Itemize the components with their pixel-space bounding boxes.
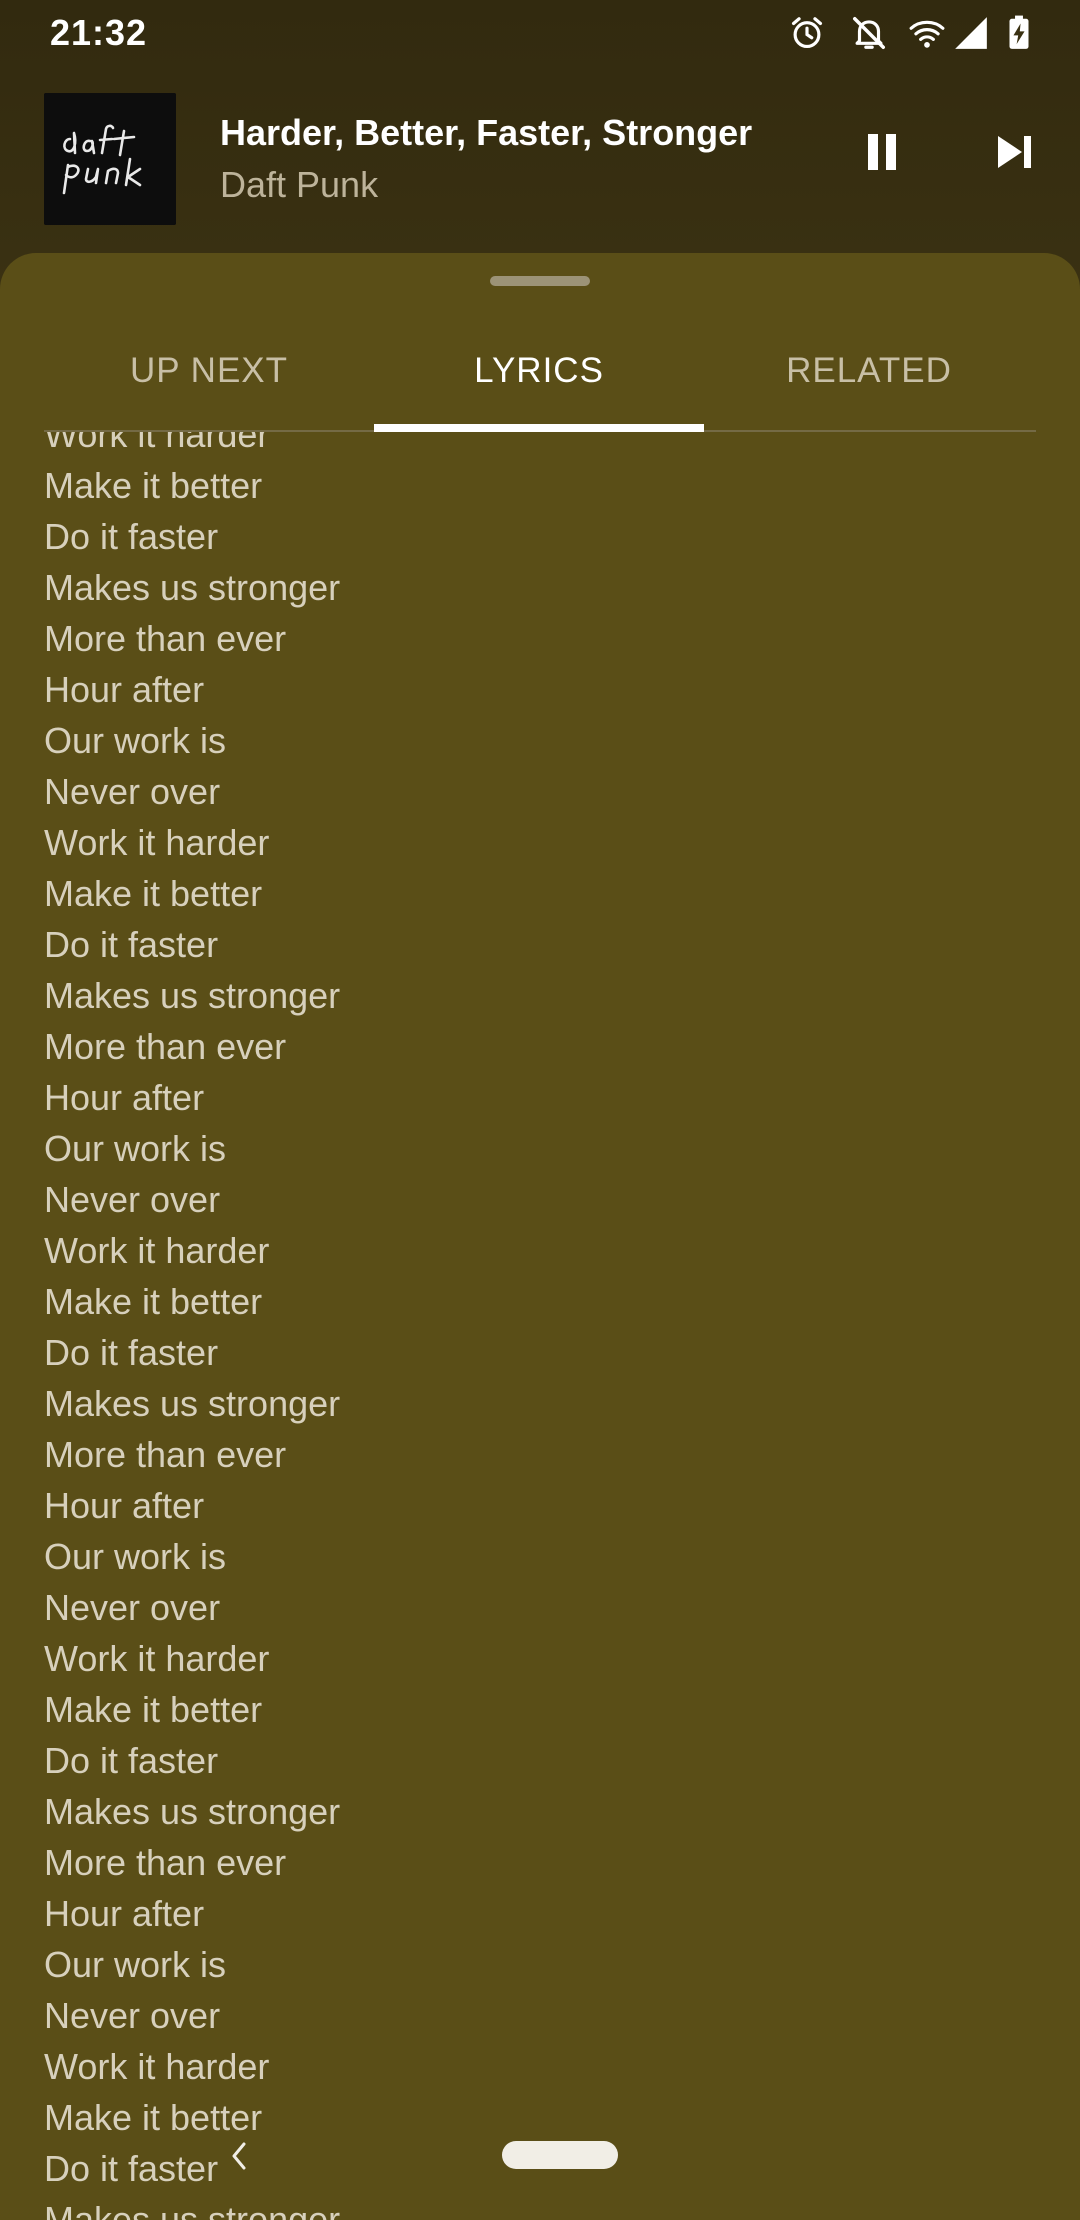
- lyrics-list: Work it harder Make it better Do it faster…: [44, 432, 340, 2220]
- song-artist[interactable]: Daft Punk: [220, 164, 378, 206]
- battery-charging-icon: [1009, 15, 1029, 49]
- lyric-line: Never over: [44, 1587, 221, 1628]
- lyric-line: Do it faster: [44, 1332, 219, 1373]
- lyric-line: Our work is: [44, 1944, 227, 1985]
- notifications-off-icon: [853, 17, 885, 49]
- tab-up-next[interactable]: UP NEXT: [44, 313, 374, 428]
- lyric-line: Never over: [44, 771, 221, 812]
- mini-player[interactable]: Harder, Better, Faster, Stronger Daft Pu…: [0, 90, 1080, 230]
- album-art: [44, 93, 176, 225]
- lyric-line: Hour after: [44, 669, 205, 710]
- lyric-line: Work it harder: [44, 432, 270, 455]
- lyric-line: Never over: [44, 1995, 221, 2036]
- lyric-line: Do it faster: [44, 924, 219, 965]
- lyric-line: Make it better: [44, 1281, 263, 1322]
- lyric-line: Makes us stronger: [44, 1383, 341, 1424]
- lyric-line: Work it harder: [44, 822, 270, 863]
- lyric-line: Makes us stronger: [44, 975, 341, 1016]
- lyric-line: Our work is: [44, 720, 227, 761]
- skip-next-icon: [998, 136, 1022, 168]
- song-title[interactable]: Harder, Better, Faster, Stronger: [220, 112, 752, 154]
- lyric-line: Work it harder: [44, 1230, 270, 1271]
- pause-icon: [868, 134, 878, 170]
- status-time: 21:32: [50, 12, 148, 53]
- tab-bar: UP NEXT LYRICS RELATED: [44, 313, 1036, 432]
- lyric-line: Work it harder: [44, 1638, 270, 1679]
- lyric-line: More than ever: [44, 618, 287, 659]
- lyric-line: Make it better: [44, 465, 263, 506]
- alarm-icon: [791, 17, 823, 49]
- lyric-line: Hour after: [44, 1485, 205, 1526]
- lyric-line: Makes us stronger: [44, 2199, 341, 2220]
- skip-next-button[interactable]: [990, 128, 1038, 176]
- lyric-line: Make it better: [44, 873, 263, 914]
- tab-indicator: [374, 424, 704, 432]
- lyric-line: Make it better: [44, 2097, 263, 2138]
- lyric-line: Do it faster: [44, 1740, 219, 1781]
- tab-lyrics[interactable]: LYRICS: [374, 313, 704, 428]
- lyric-line: More than ever: [44, 1026, 287, 1067]
- pause-button[interactable]: [858, 128, 906, 176]
- nav-back-icon[interactable]: [224, 2138, 254, 2174]
- lyric-line: Makes us stronger: [44, 567, 341, 608]
- lyric-line: Do it faster: [44, 516, 219, 557]
- status-bar: 21:32: [0, 0, 1080, 70]
- lyrics-scroll-area[interactable]: Work it harder Make it better Do it faster…: [0, 432, 1080, 2220]
- lyric-line: Make it better: [44, 1689, 263, 1730]
- tab-related[interactable]: RELATED: [704, 313, 1034, 428]
- lyric-line: Makes us stronger: [44, 1791, 341, 1832]
- wifi-icon: [909, 20, 945, 48]
- lyric-line: Do it faster: [44, 2148, 219, 2189]
- cell-signal-icon: [955, 17, 987, 49]
- screen: 21:32 Harder, Better, Faster, Stronger D…: [0, 0, 1080, 2220]
- lyric-line: Our work is: [44, 1536, 227, 1577]
- lyrics-sheet: UP NEXT LYRICS RELATED Work it harder Mak…: [0, 253, 1080, 2220]
- lyric-line: More than ever: [44, 1434, 287, 1475]
- lyric-line: Our work is: [44, 1128, 227, 1169]
- lyric-line: Hour after: [44, 1893, 205, 1934]
- daft-punk-logo: [44, 93, 176, 225]
- lyric-line: Hour after: [44, 1077, 205, 1118]
- drag-handle[interactable]: [490, 276, 590, 286]
- top-area: 21:32 Harder, Better, Faster, Stronger D…: [0, 0, 1080, 290]
- nav-home-pill[interactable]: [502, 2141, 618, 2169]
- lyric-line: Work it harder: [44, 2046, 270, 2087]
- lyric-line: Never over: [44, 1179, 221, 1220]
- lyric-line: More than ever: [44, 1842, 287, 1883]
